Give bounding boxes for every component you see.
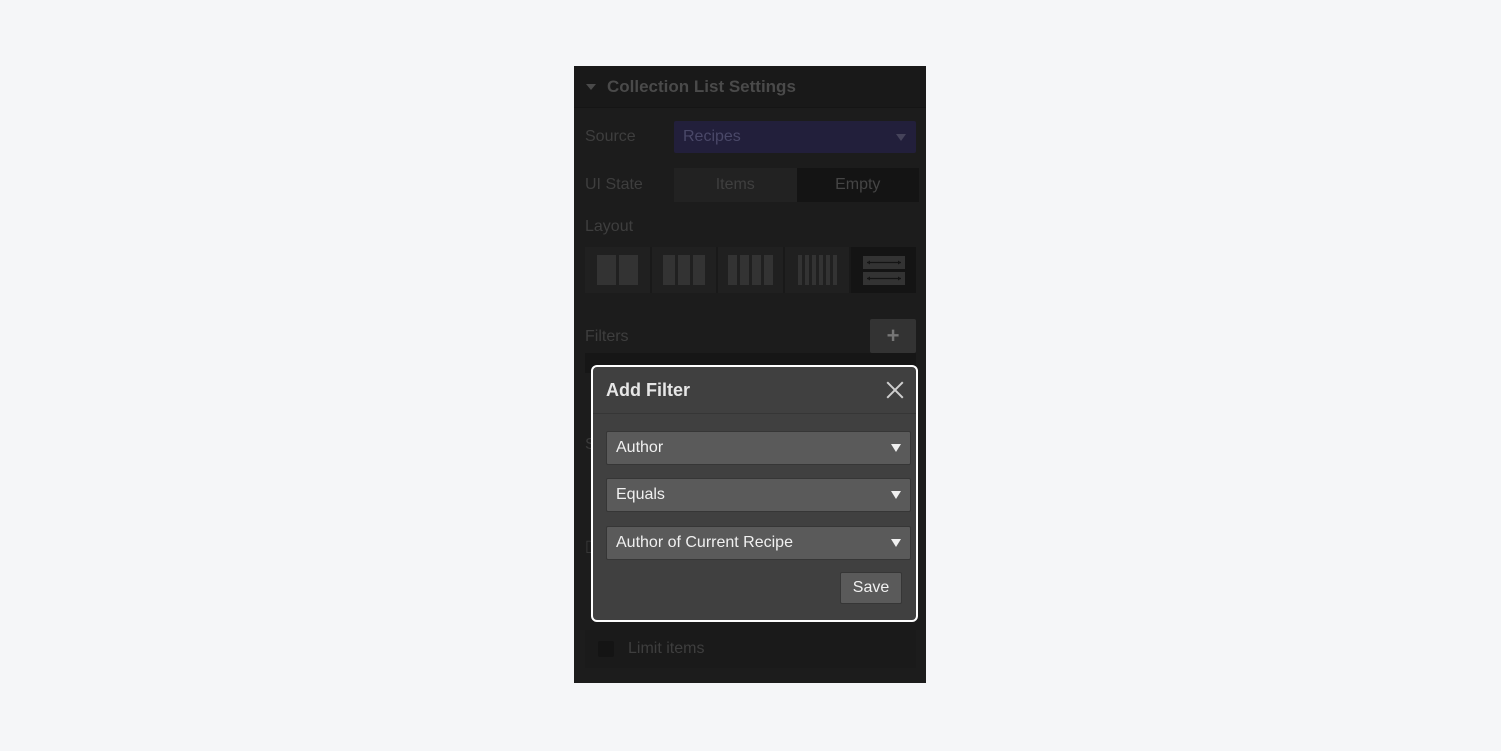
ui-state-items[interactable]: Items xyxy=(674,168,797,202)
panel-header[interactable]: Collection List Settings xyxy=(574,66,926,108)
ui-state-toggle: Items Empty xyxy=(674,168,919,202)
layout-6-columns[interactable] xyxy=(784,247,850,293)
chevron-down-icon xyxy=(896,134,906,141)
source-label: Source xyxy=(585,128,636,145)
save-button[interactable]: Save xyxy=(840,572,902,604)
four-columns-icon xyxy=(727,255,773,285)
close-icon[interactable] xyxy=(886,381,904,399)
ui-state-empty[interactable]: Empty xyxy=(796,168,919,202)
ui-state-label: UI State xyxy=(585,176,643,193)
filter-target-value: Author of Current Recipe xyxy=(616,534,793,551)
filter-operator-select[interactable]: Equals xyxy=(606,478,911,512)
layout-picker xyxy=(585,247,916,293)
filters-label: Filters xyxy=(585,328,629,345)
source-value: Recipes xyxy=(683,128,741,145)
filters-row: Filters xyxy=(585,326,916,348)
three-columns-icon xyxy=(662,255,705,285)
layout-full-width-rows[interactable] xyxy=(851,247,916,293)
six-columns-icon xyxy=(797,255,837,285)
chevron-down-icon xyxy=(891,491,901,499)
layout-3-columns[interactable] xyxy=(651,247,717,293)
limit-items-checkbox[interactable] xyxy=(598,641,614,657)
limit-items-row[interactable]: Limit items xyxy=(585,630,916,668)
chevron-down-icon xyxy=(891,539,901,547)
add-filter-modal: Add Filter Author Equals Author of Curre… xyxy=(591,365,918,622)
filter-field-value: Author xyxy=(616,439,664,456)
modal-title: Add Filter xyxy=(606,379,690,400)
layout-4-columns[interactable] xyxy=(718,247,783,293)
caret-down-icon[interactable] xyxy=(586,83,596,90)
panel-title: Collection List Settings xyxy=(607,76,796,96)
add-filter-button[interactable]: + xyxy=(870,319,916,353)
two-columns-icon xyxy=(596,255,638,285)
ui-state-row: UI State Items Empty xyxy=(585,168,919,202)
full-width-rows-icon xyxy=(862,255,905,285)
modal-header: Add Filter xyxy=(593,367,916,414)
layout-row: Layout xyxy=(585,216,916,238)
layout-label: Layout xyxy=(585,218,634,235)
chevron-down-icon xyxy=(891,444,901,452)
filter-target-select[interactable]: Author of Current Recipe xyxy=(606,526,911,560)
layout-2-columns[interactable] xyxy=(585,247,650,293)
plus-icon: + xyxy=(886,323,900,348)
source-row: Source Recipes xyxy=(585,121,916,153)
filter-operator-value: Equals xyxy=(616,486,665,503)
source-select[interactable]: Recipes xyxy=(674,121,916,153)
filter-field-select[interactable]: Author xyxy=(606,431,911,465)
limit-items-label: Limit items xyxy=(628,640,705,657)
